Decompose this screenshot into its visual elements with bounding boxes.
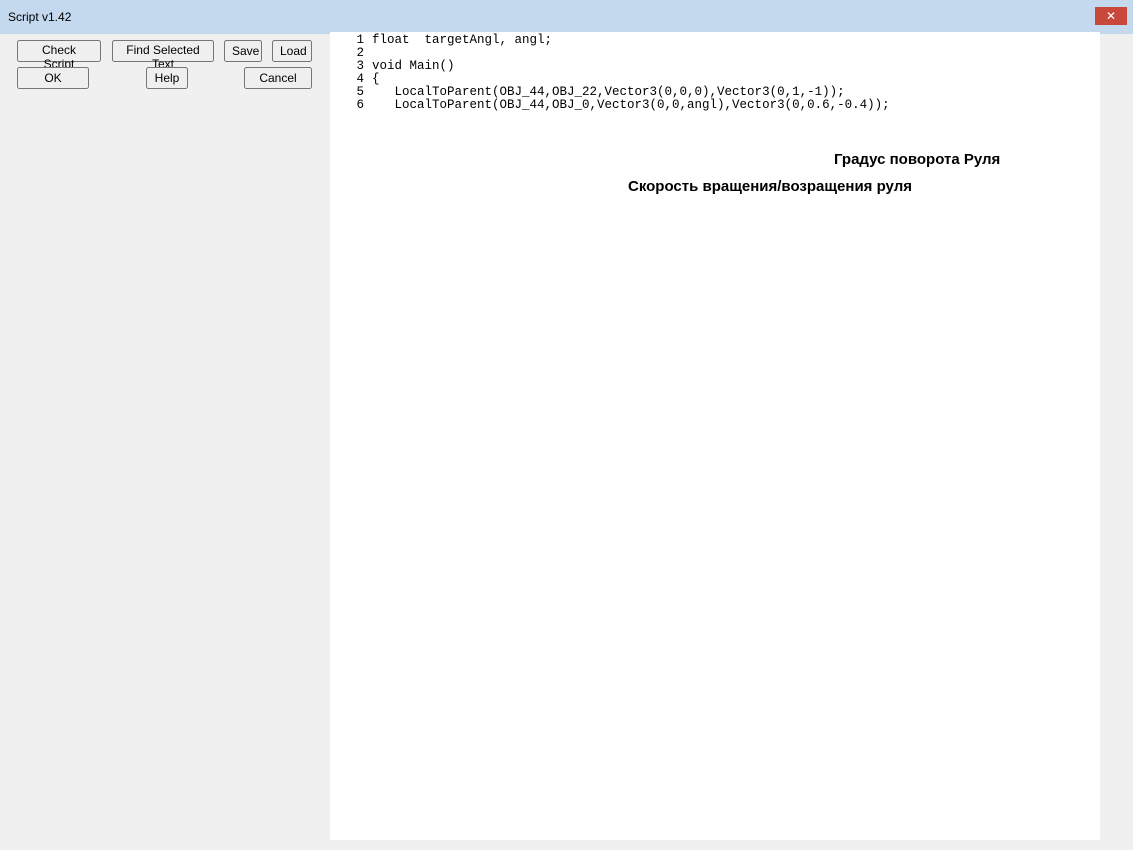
code-line: 6 LocalToParent(OBJ_44,OBJ_0,Vector3(0,0… xyxy=(356,98,890,112)
load-button[interactable]: Load xyxy=(272,40,312,62)
check-script-button[interactable]: Check Script xyxy=(17,40,101,71)
find-selected-text-button[interactable]: Find Selected Text xyxy=(112,40,214,71)
code-line: 3 void Main() xyxy=(356,59,455,73)
cancel-button[interactable]: Cancel xyxy=(244,67,312,89)
title-bar: Script v1.42 ✕ xyxy=(0,0,1133,34)
steering-speed-note: Скорость вращения/возращения руля xyxy=(628,178,912,195)
ok-button[interactable]: OK xyxy=(17,67,89,89)
help-button[interactable]: Help xyxy=(146,67,188,89)
code-line: 1 float targetAngl, angl; xyxy=(356,33,553,47)
save-button[interactable]: Save xyxy=(224,40,262,62)
close-button[interactable]: ✕ xyxy=(1095,7,1127,25)
steering-angle-note: Градус поворота Руля xyxy=(834,151,1001,168)
window-title: Script v1.42 xyxy=(8,10,72,24)
